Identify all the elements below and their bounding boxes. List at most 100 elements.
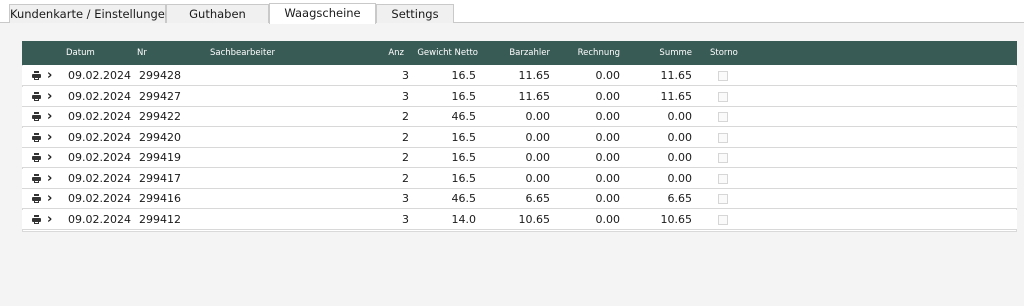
cell-gewicht: 16.5: [451, 151, 477, 164]
printer-icon[interactable]: [32, 214, 41, 224]
cell-datum: 09.02.2024: [68, 89, 131, 103]
storno-checkbox[interactable]: [718, 153, 728, 163]
cell-summe: 0.00: [667, 151, 693, 164]
chevron-right-icon[interactable]: ›: [47, 189, 52, 209]
cell-gewicht: 16.5: [451, 171, 477, 185]
header-anz[interactable]: Anz: [362, 41, 404, 65]
chevron-right-icon[interactable]: ›: [47, 148, 52, 168]
cell-rechnung: 0.00: [595, 192, 621, 205]
chevron-right-icon[interactable]: ›: [47, 128, 52, 148]
cell-nr: 299427: [139, 89, 181, 103]
storno-checkbox[interactable]: [718, 214, 728, 225]
cell-rechnung: 0.00: [595, 212, 621, 226]
table-row[interactable]: › 09.02.2024 299427 3 16.5 11.65 0.00 11.65: [22, 86, 1017, 107]
header-datum[interactable]: Datum: [66, 41, 95, 65]
cell-datum: 09.02.2024: [68, 69, 131, 82]
cell-nr: 299420: [139, 130, 181, 144]
header-barzahler[interactable]: Barzahler: [492, 41, 550, 65]
cell-rechnung: 0.00: [595, 69, 621, 82]
cell-datum: 09.02.2024: [68, 151, 131, 164]
cell-barzahler: 10.65: [518, 212, 551, 226]
chevron-right-icon[interactable]: ›: [47, 87, 52, 107]
cell-summe: 11.65: [660, 89, 693, 103]
table-row[interactable]: › 09.02.2024 299416 3 46.5 6.65 0.00 6.65: [22, 189, 1017, 209]
printer-icon[interactable]: [32, 132, 41, 142]
printer-icon[interactable]: [32, 71, 41, 80]
header-nr[interactable]: Nr: [137, 41, 147, 65]
cell-datum: 09.02.2024: [68, 192, 131, 205]
header-summe[interactable]: Summe: [640, 41, 692, 65]
cell-summe: 0.00: [667, 171, 693, 185]
tab-guthaben[interactable]: Guthaben: [166, 4, 269, 23]
printer-icon[interactable]: [32, 173, 41, 183]
storno-checkbox[interactable]: [718, 112, 728, 122]
storno-checkbox[interactable]: [718, 71, 728, 81]
cell-nr: 299419: [139, 151, 181, 164]
tab-settings[interactable]: Settings: [376, 4, 454, 23]
table-row[interactable]: › 09.02.2024 299422 2 46.5 0.00 0.00 0.00: [22, 107, 1017, 127]
cell-nr: 299417: [139, 171, 181, 185]
cell-barzahler: 0.00: [525, 171, 551, 185]
cell-datum: 09.02.2024: [68, 212, 131, 226]
cell-barzahler: 11.65: [518, 89, 551, 103]
storno-checkbox[interactable]: [718, 173, 728, 184]
chevron-right-icon[interactable]: ›: [47, 66, 52, 86]
printer-icon[interactable]: [32, 91, 41, 101]
chevron-right-icon[interactable]: ›: [47, 169, 52, 189]
printer-icon[interactable]: [32, 153, 41, 162]
cell-barzahler: 0.00: [525, 130, 551, 144]
cell-anz: 3: [402, 89, 409, 103]
cell-datum: 09.02.2024: [68, 130, 131, 144]
header-sachbearbeiter[interactable]: Sachbearbeiter: [210, 41, 275, 65]
printer-icon[interactable]: [32, 112, 41, 121]
cell-rechnung: 0.00: [595, 130, 621, 144]
storno-checkbox[interactable]: [718, 91, 728, 102]
cell-anz: 3: [402, 69, 409, 82]
cell-barzahler: 0.00: [525, 110, 551, 123]
printer-icon[interactable]: [32, 194, 41, 203]
table-row[interactable]: › 09.02.2024 299417 2 16.5 0.00 0.00 0.00: [22, 168, 1017, 189]
cell-anz: 3: [402, 192, 409, 205]
cell-gewicht: 14.0: [451, 212, 477, 226]
cell-anz: 2: [402, 110, 409, 123]
table-row[interactable]: › 09.02.2024 299419 2 16.5 0.00 0.00 0.00: [22, 148, 1017, 168]
cell-anz: 2: [402, 130, 409, 144]
storno-checkbox[interactable]: [718, 194, 728, 204]
header-gewicht-netto[interactable]: Gewicht Netto: [406, 41, 478, 65]
cell-summe: 10.65: [660, 212, 693, 226]
cell-nr: 299416: [139, 192, 181, 205]
cell-gewicht: 46.5: [451, 110, 477, 123]
cell-rechnung: 0.00: [595, 110, 621, 123]
tab-waagscheine[interactable]: Waagscheine: [269, 3, 376, 24]
table-row[interactable]: › 09.02.2024 299428 3 16.5 11.65 0.00 11.65: [22, 66, 1017, 86]
cell-nr: 299428: [139, 69, 181, 82]
cell-gewicht: 16.5: [451, 69, 477, 82]
cell-nr: 299422: [139, 110, 181, 123]
table-row[interactable]: › 09.02.2024 299420 2 16.5 0.00 0.00 0.00: [22, 127, 1017, 148]
cell-nr: 299412: [139, 212, 181, 226]
cell-gewicht: 16.5: [451, 130, 477, 144]
cell-anz: 2: [402, 151, 409, 164]
cell-barzahler: 11.65: [518, 69, 551, 82]
storno-checkbox[interactable]: [718, 132, 728, 143]
header-rechnung[interactable]: Rechnung: [562, 41, 620, 65]
table-row[interactable]: › 09.02.2024 299412 3 14.0 10.65 0.00 10.65: [22, 209, 1017, 230]
cell-datum: 09.02.2024: [68, 171, 131, 185]
cell-datum: 09.02.2024: [68, 110, 131, 123]
header-storno[interactable]: Storno: [710, 41, 738, 65]
cell-summe: 11.65: [660, 69, 693, 82]
cell-gewicht: 16.5: [451, 89, 477, 103]
table-header: Datum Nr Sachbearbeiter Anz Gewicht Nett…: [22, 41, 1017, 65]
chevron-right-icon[interactable]: ›: [47, 107, 52, 127]
cell-gewicht: 46.5: [451, 192, 477, 205]
cell-summe: 6.65: [667, 192, 693, 205]
tab-kundenkarte-einstellungen[interactable]: Kundenkarte / Einstellungen: [9, 4, 172, 23]
cell-rechnung: 0.00: [595, 89, 621, 103]
cell-rechnung: 0.00: [595, 151, 621, 164]
cell-anz: 2: [402, 171, 409, 185]
cell-barzahler: 6.65: [525, 192, 551, 205]
cell-anz: 3: [402, 212, 409, 226]
chevron-right-icon[interactable]: ›: [47, 210, 52, 230]
cell-summe: 0.00: [667, 130, 693, 144]
tab-bar: Kundenkarte / Einstellungen Guthaben Waa…: [0, 0, 1024, 24]
